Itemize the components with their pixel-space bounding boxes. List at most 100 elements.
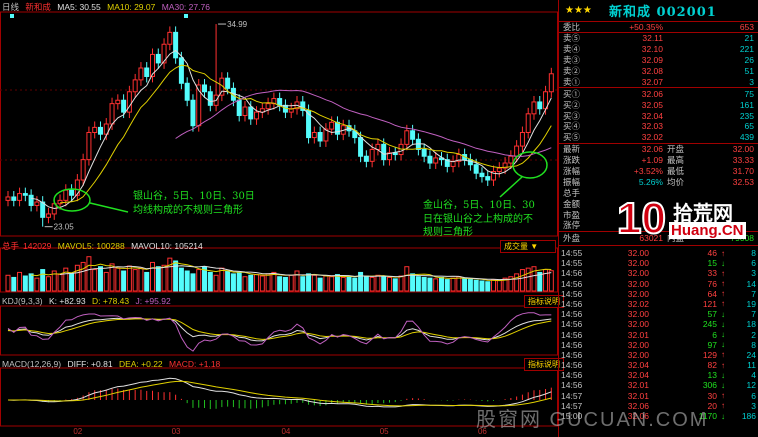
trade-time: 14:55 <box>561 258 583 269</box>
silver-valley-annotation: 银山谷，5日、10日、30日 均线构成的不规则三角形 <box>133 190 255 217</box>
trade-volume: 13 <box>707 370 717 381</box>
bid-price: 32.02 <box>641 132 663 143</box>
trade-row: 14:56 32.00 129 ↑ 24 <box>559 350 758 360</box>
bid-volume: 75 <box>744 88 754 99</box>
candle-up <box>508 155 514 164</box>
volume-bar-up <box>294 270 300 292</box>
candle-down <box>173 31 179 59</box>
kdj-d: D: +78.43 <box>92 296 130 306</box>
volume-bar-down <box>473 279 479 292</box>
volume-bar-down <box>11 276 17 292</box>
trade-time: 14:56 <box>561 370 583 381</box>
candle-up <box>63 189 69 201</box>
volume-bar-up <box>242 276 248 292</box>
arrow-down-icon: ↓ <box>721 309 725 319</box>
stat-value: +1.09 <box>641 155 663 166</box>
trade-volume: 82 <box>707 360 717 371</box>
candle-up <box>496 167 502 173</box>
ask-price: 32.09 <box>641 55 663 66</box>
stat-value-2: 31.70 <box>732 166 754 177</box>
volume-bar-up <box>126 265 132 292</box>
ma5-line <box>31 49 552 210</box>
trade-volume: 33 <box>707 268 717 279</box>
candle-up <box>548 73 554 93</box>
volume-bar-up <box>265 273 271 292</box>
volume-bar-up <box>17 271 23 292</box>
volume-bar-down <box>248 274 254 292</box>
kdj-j-line <box>7 312 552 352</box>
trade-volume: 121 <box>702 298 717 309</box>
arrow-up-icon: ↑ <box>721 360 725 370</box>
volume-bar-up <box>254 274 260 292</box>
trade-price: 32.00 <box>627 288 649 299</box>
candle-up <box>167 31 173 45</box>
volume-bar-down <box>277 276 283 292</box>
x-tick-label: 04 <box>281 427 290 436</box>
volume-bar-up <box>329 276 335 292</box>
trade-price: 32.00 <box>627 339 649 350</box>
weibi-label: 委比 <box>563 21 581 32</box>
volume-label: 总手 <box>2 241 20 251</box>
candle-up <box>514 145 520 157</box>
mavol5-label: MAVOL5: 100288 <box>57 241 125 251</box>
trade-count: 7 <box>751 309 756 320</box>
stock-title: 新和成 002001 <box>609 5 717 20</box>
trade-list[interactable]: 14:55 32.00 46 ↑ 8 14:55 32.00 15 ↓ 6 14:56 32.00 33… <box>559 246 758 421</box>
candle-down <box>202 84 208 93</box>
ma10-label: MA10: 29.07 <box>107 2 156 12</box>
indicator-selector[interactable]: 成交量 ▼ <box>500 240 556 253</box>
trade-time: 14:56 <box>561 329 583 340</box>
x-tick-label: 05 <box>380 427 389 436</box>
volume-bar-down <box>207 271 213 292</box>
volume-bar-down <box>334 274 340 292</box>
bid-volume: 439 <box>739 132 754 143</box>
candle-down <box>225 77 231 89</box>
volume-bar-up <box>213 274 219 292</box>
trade-row: 14:56 32.00 64 ↑ 7 <box>559 289 758 299</box>
candle-up <box>57 199 63 205</box>
candle-down <box>277 98 283 106</box>
volume-bar-up <box>271 271 277 292</box>
volume-bar-up <box>456 276 462 292</box>
annotation-line: 均线构成的不规则三角形 <box>133 204 243 216</box>
candle-up <box>17 193 23 201</box>
volume-bar-up <box>404 266 410 292</box>
ask-volume: 26 <box>744 55 754 66</box>
logo-en: Huang.CN <box>669 222 746 239</box>
bid-levels: 买① 32.06 75 买② 32.05 161 买③ 32.04 235 买④ 32.03 65 买⑤… <box>559 88 758 144</box>
volume-bar-up <box>450 277 456 292</box>
volume-bar-down <box>28 273 34 292</box>
trade-volume: 6 <box>712 329 717 340</box>
candle-up <box>92 126 98 133</box>
ask-price: 32.11 <box>642 33 663 44</box>
candle-up <box>74 179 80 196</box>
trade-row: 14:56 32.00 33 ↑ 3 <box>559 268 758 278</box>
golden-valley-annotation: 金山谷，5日、10日、30 日在银山谷之上构成的不 规则三角形 <box>423 199 535 240</box>
trade-time: 14:56 <box>561 268 583 279</box>
annotation-line: 银山谷，5日、10日、30日 <box>133 191 255 202</box>
ask-levels: 卖⑤ 32.11 21 卖④ 32.10 221 卖③ 32.09 26 卖② 32.08 51 卖① 3… <box>559 33 758 89</box>
trade-price: 32.00 <box>627 349 649 360</box>
trade-volume: 15 <box>707 258 717 269</box>
ask-price: 32.07 <box>641 76 663 87</box>
volume-bar-down <box>230 273 236 292</box>
volume-bar-up <box>311 274 317 292</box>
volume-bar-up <box>433 278 439 292</box>
volume-bar-up <box>150 261 155 292</box>
volume-bar-down <box>427 277 433 292</box>
stat-value-2: 33.33 <box>732 155 754 166</box>
volume-bar-up <box>369 276 375 292</box>
ask-row: 卖② 32.08 51 <box>559 66 758 77</box>
volume-bar-up <box>491 279 497 292</box>
volume-bar-up <box>514 273 520 292</box>
volume-header: 总手 142029 MAVOL5: 100288 MAVOL10: 105214 <box>2 240 207 252</box>
candle-up <box>45 213 51 218</box>
candle-down <box>427 155 433 164</box>
bid-row: 买② 32.05 161 <box>559 99 758 110</box>
arrow-down-icon: ↓ <box>721 370 725 380</box>
volume-bar-down <box>410 273 416 292</box>
volume-bar-down <box>178 267 184 292</box>
ask-volume: 221 <box>739 44 754 55</box>
candle-up <box>5 196 11 201</box>
volume-bar-down <box>236 271 242 292</box>
